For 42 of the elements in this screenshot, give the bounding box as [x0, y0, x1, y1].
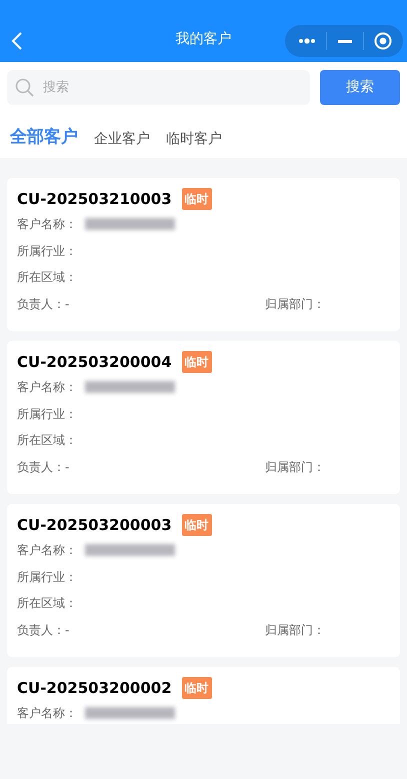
field-label: 所在区域：	[17, 269, 77, 286]
customer-card[interactable]: CU-202503200004 临时 客户名称： 所属行业： 所在区域： 负责人：- 归属部门：	[7, 341, 400, 494]
close-icon[interactable]	[374, 32, 392, 50]
status-tag: 临时	[182, 188, 212, 210]
field-label: 归属部门：	[265, 458, 325, 476]
status-tag: 临时	[182, 514, 212, 536]
tab[interactable]: 企业客户	[94, 128, 150, 150]
field-label: 客户名称：	[17, 705, 77, 722]
field-label: 客户名称：	[17, 542, 77, 560]
field-label: 归属部门：	[265, 296, 325, 313]
field-label: 客户名称：	[17, 379, 77, 396]
tab[interactable]: 全部客户	[10, 125, 78, 150]
search-icon	[15, 78, 35, 98]
field-value: -	[65, 458, 70, 476]
search-field[interactable]: 搜索	[7, 70, 310, 105]
field-label: 归属部门：	[265, 622, 325, 639]
back-icon[interactable]	[10, 31, 24, 51]
field-label: 所在区域：	[17, 595, 77, 612]
status-tag: 临时	[182, 351, 212, 373]
field-label: 所属行业：	[17, 242, 77, 260]
field-label: 负责人：	[17, 458, 65, 476]
customer-card[interactable]: CU-202503210003 临时 客户名称： 所属行业： 所在区域： 负责人：- 归属部门：	[7, 178, 400, 331]
field-value: -	[65, 622, 70, 639]
customer-card[interactable]: CU-202503200002 临时 客户名称：	[7, 667, 400, 724]
minimize-icon[interactable]	[338, 40, 352, 42]
field-label: 所属行业：	[17, 568, 77, 586]
search-button[interactable]: 搜索	[320, 70, 400, 105]
page-title: 我的客户	[176, 31, 232, 47]
field-label: 所属行业：	[17, 406, 77, 423]
status-tag: 临时	[182, 677, 212, 699]
customer-code: CU-202503200002	[17, 678, 172, 699]
customer-code: CU-202503200003	[17, 514, 172, 536]
field-label: 负责人：	[17, 296, 65, 313]
field-label: 所在区域：	[17, 432, 77, 450]
field-label: 负责人：	[17, 622, 65, 639]
customer-card[interactable]: CU-202503200003 临时 客户名称： 所属行业： 所在区域： 负责人：- 归属部门：	[7, 504, 400, 657]
field-label: 客户名称：	[17, 216, 77, 234]
tab[interactable]: 临时客户	[166, 128, 222, 150]
customer-code: CU-202503200004	[17, 352, 172, 373]
more-icon[interactable]	[298, 38, 316, 44]
field-value: -	[65, 296, 70, 313]
customer-code: CU-202503210003	[17, 188, 172, 210]
